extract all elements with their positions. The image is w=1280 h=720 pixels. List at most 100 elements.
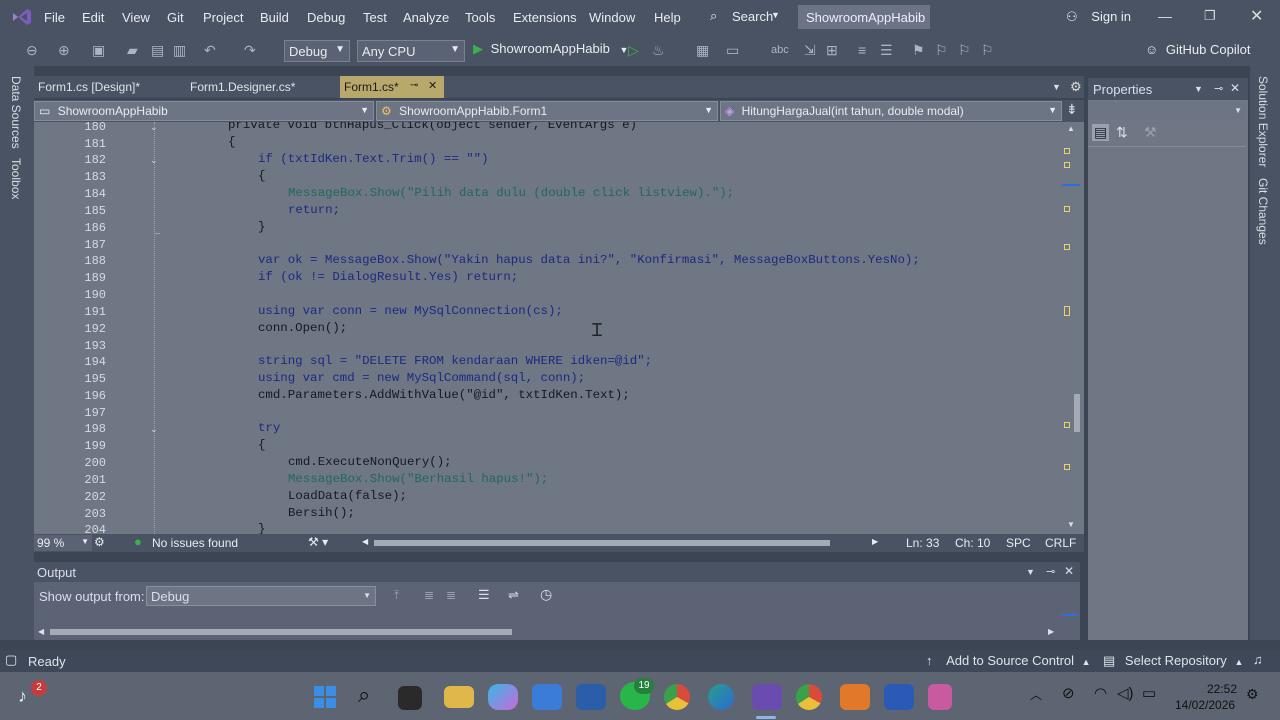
github-copilot-button[interactable]: ☺ GitHub Copilot bbox=[1145, 42, 1250, 57]
issues-label[interactable]: No issues found bbox=[152, 536, 238, 550]
line-ending-indicator[interactable]: CRLF bbox=[1045, 536, 1076, 550]
object-select[interactable]: ▼ bbox=[1088, 102, 1246, 120]
xampp-icon[interactable] bbox=[840, 684, 870, 710]
gear-icon[interactable]: ⚙ bbox=[1070, 79, 1082, 95]
redo-icon[interactable]: ↷ bbox=[244, 42, 256, 58]
configuration-select[interactable]: Debug ▼ bbox=[284, 40, 350, 62]
output-source-select[interactable]: Debug ▼ bbox=[146, 586, 376, 606]
menu-file[interactable]: File bbox=[44, 10, 65, 25]
copilot-app-icon[interactable] bbox=[488, 684, 518, 710]
clear-all-icon[interactable]: ☰ bbox=[478, 587, 490, 603]
platform-select[interactable]: Any CPU ▼ bbox=[357, 40, 465, 62]
column-indicator[interactable]: Ch: 10 bbox=[955, 536, 990, 550]
store-icon[interactable] bbox=[532, 684, 562, 710]
hot-reload-icon[interactable]: ♨ bbox=[652, 42, 665, 58]
menu-test[interactable]: Test bbox=[363, 10, 387, 25]
collapse-icon[interactable]: ⌄ bbox=[150, 122, 158, 133]
menu-project[interactable]: Project bbox=[203, 10, 243, 25]
zoom-select[interactable]: 99 % ▼ bbox=[34, 535, 92, 551]
azure-data-studio-icon[interactable] bbox=[576, 684, 606, 710]
project-dropdown[interactable]: ▭ ShowroomAppHabib ▼ bbox=[34, 101, 374, 121]
save-icon[interactable]: ▤ bbox=[151, 42, 164, 58]
edge-icon[interactable] bbox=[708, 684, 734, 710]
whitespace-indicator[interactable]: SPC bbox=[1006, 536, 1031, 550]
categorized-icon[interactable]: ▤ bbox=[1092, 124, 1110, 141]
prev-message-icon[interactable]: ≣ bbox=[424, 588, 434, 602]
minimize-button[interactable]: — bbox=[1158, 8, 1172, 24]
widgets-icon[interactable]: ♪ bbox=[18, 686, 27, 707]
close-icon[interactable]: ✕ bbox=[1064, 564, 1074, 578]
wifi-icon[interactable]: ◠ bbox=[1094, 684, 1107, 702]
layout-icon[interactable]: ▭ bbox=[726, 42, 739, 58]
pin-icon[interactable]: ⊸ bbox=[1214, 82, 1223, 95]
save-all-icon[interactable]: ▥ bbox=[173, 42, 186, 58]
visual-studio-taskbar-icon[interactable] bbox=[752, 684, 782, 710]
search-box[interactable]: ⌕ Search ▼ bbox=[706, 6, 786, 26]
property-pages-icon[interactable]: ⚒ bbox=[1144, 124, 1157, 141]
menu-window[interactable]: Window bbox=[589, 10, 635, 25]
scroll-right-icon[interactable]: ▶ bbox=[1048, 627, 1054, 636]
next-message-icon[interactable]: ≣ bbox=[446, 588, 456, 602]
outdent-icon[interactable]: ☰ bbox=[880, 42, 893, 58]
tab-overflow-icon[interactable]: ▼ bbox=[1052, 82, 1061, 92]
editor-vertical-scrollbar[interactable]: ▲ ▼ bbox=[1060, 122, 1084, 534]
code-editor[interactable]: ⌄ ⌄ ⌄ 180 181 182 183 184 185 186 187 18… bbox=[34, 122, 1060, 534]
menu-debug[interactable]: Debug bbox=[307, 10, 345, 25]
menu-help[interactable]: Help bbox=[654, 10, 681, 25]
select-repository-button[interactable]: ▤ Select Repository ▲ bbox=[1103, 653, 1243, 669]
clear-bookmark-icon[interactable]: ⚐ bbox=[981, 42, 994, 58]
output-horizontal-scroll-thumb[interactable] bbox=[50, 629, 512, 635]
menu-build[interactable]: Build bbox=[260, 10, 289, 25]
code-cleanup-icon[interactable]: ⚒ ▾ bbox=[308, 535, 328, 549]
word-icon[interactable] bbox=[884, 684, 914, 710]
visual-studio-logo[interactable] bbox=[11, 7, 33, 27]
menu-git[interactable]: Git bbox=[167, 10, 184, 25]
split-icon[interactable]: ⊞ bbox=[826, 42, 838, 58]
menu-extensions[interactable]: Extensions bbox=[513, 10, 577, 25]
tray-overflow-icon[interactable]: ︿ bbox=[1030, 686, 1042, 703]
member-dropdown[interactable]: ◈ HitungHargaJual(int tahun, double moda… bbox=[720, 101, 1062, 121]
copilot-status-icon[interactable]: ⚙ bbox=[94, 535, 105, 549]
pin-icon[interactable]: ⊸ bbox=[1046, 565, 1055, 578]
start-without-debug-icon[interactable]: ▷ bbox=[628, 42, 639, 58]
chrome-icon[interactable] bbox=[664, 684, 690, 710]
menu-view[interactable]: View bbox=[122, 10, 150, 25]
signin-button[interactable]: ⚇ Sign in bbox=[1066, 9, 1131, 25]
data-sources-tab[interactable]: Data Sources bbox=[9, 76, 23, 149]
search-icon[interactable]: ⌕ bbox=[358, 682, 370, 708]
scroll-thumb[interactable] bbox=[1074, 394, 1080, 432]
close-button[interactable]: ✕ bbox=[1250, 6, 1263, 26]
restore-button[interactable]: ❐ bbox=[1204, 8, 1216, 24]
toolbox-tab[interactable]: Toolbox bbox=[9, 158, 23, 199]
task-view-icon[interactable] bbox=[398, 686, 422, 710]
chrome-profile-icon[interactable] bbox=[796, 684, 822, 710]
undo-icon[interactable]: ↶ bbox=[204, 42, 216, 58]
tab-form1-design[interactable]: Form1.cs [Design]* bbox=[34, 76, 184, 98]
tab-form1-designer[interactable]: Form1.Designer.cs* bbox=[186, 76, 336, 98]
collapse-icon[interactable]: ⌄ bbox=[150, 424, 158, 435]
goto-message-icon[interactable]: ⤒ bbox=[394, 588, 399, 603]
close-icon[interactable]: ✕ bbox=[1230, 81, 1240, 95]
pin-icon[interactable]: ⊸ bbox=[410, 80, 418, 91]
collapse-icon[interactable]: ⌄ bbox=[150, 155, 158, 166]
volume-icon[interactable]: ◁) bbox=[1117, 684, 1134, 702]
scroll-up-icon[interactable]: ▲ bbox=[1067, 124, 1075, 133]
back-icon[interactable]: ⊖ bbox=[26, 42, 38, 58]
bookmark-icon[interactable]: ⚑ bbox=[912, 42, 925, 58]
browser-link-icon[interactable]: ▦ bbox=[696, 42, 709, 58]
clock-icon[interactable]: ◷ bbox=[540, 586, 552, 603]
battery-icon[interactable]: ▭ bbox=[1142, 684, 1156, 702]
clock-time[interactable]: 22:52 bbox=[1207, 682, 1237, 696]
file-explorer-icon[interactable] bbox=[444, 686, 474, 708]
tab-form1-cs[interactable]: Form1.cs* ⊸ ✕ bbox=[340, 76, 444, 98]
menu-analyze[interactable]: Analyze bbox=[403, 10, 449, 25]
chevron-down-icon[interactable]: ▼ bbox=[1026, 567, 1035, 577]
solution-explorer-tab[interactable]: Solution Explorer bbox=[1256, 76, 1270, 167]
scroll-left-icon[interactable]: ◀ bbox=[38, 627, 44, 636]
new-project-icon[interactable]: ▣ bbox=[92, 42, 105, 58]
menu-edit[interactable]: Edit bbox=[82, 10, 104, 25]
close-icon[interactable]: ✕ bbox=[428, 79, 437, 92]
split-editor-icon[interactable]: ⇟ bbox=[1066, 101, 1078, 118]
git-changes-tab[interactable]: Git Changes bbox=[1256, 178, 1270, 245]
start-debug-button[interactable]: ▶ ShowroomAppHabib ▼ bbox=[473, 41, 628, 57]
